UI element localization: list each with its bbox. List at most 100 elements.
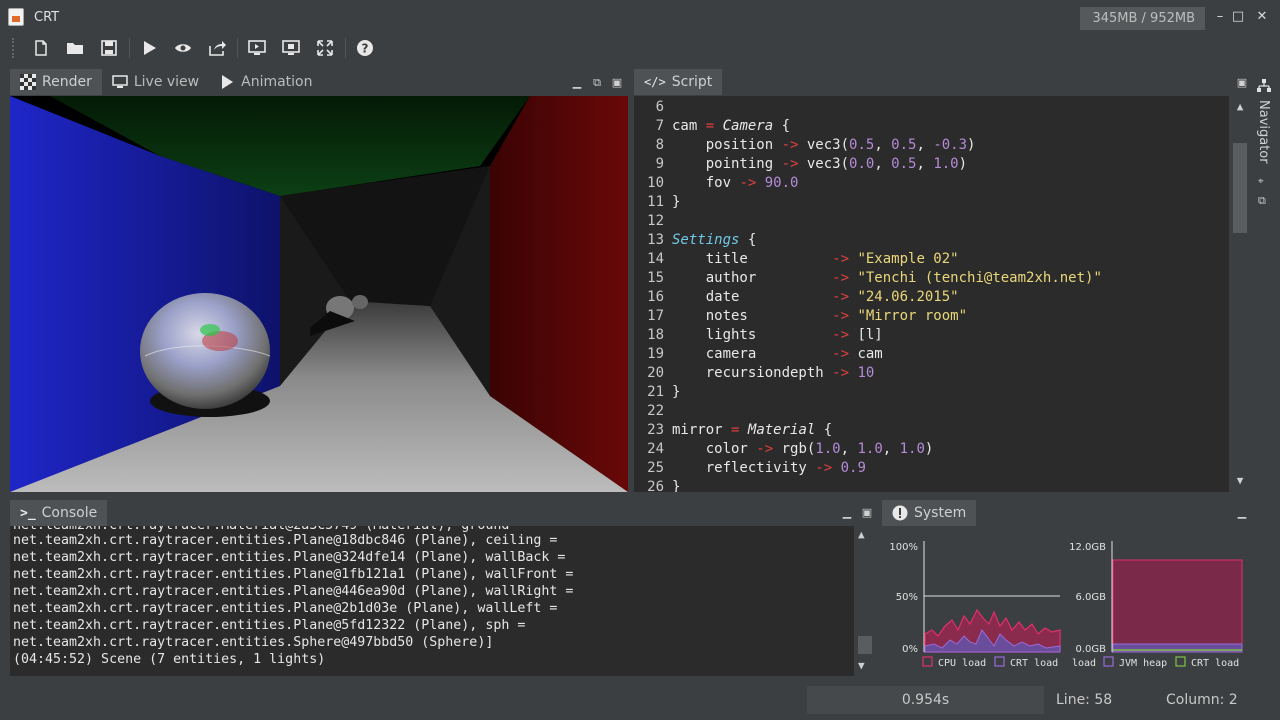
maximize-button[interactable]: □ bbox=[1229, 8, 1247, 26]
code-line[interactable]: 23 mirror = Material { bbox=[634, 421, 832, 440]
code-line[interactable]: 14 title -> "Example 02" bbox=[634, 250, 958, 269]
code-line[interactable]: 8 position -> vec3(0.5, 0.5, -0.3) bbox=[634, 136, 976, 155]
code-line[interactable]: 26} bbox=[634, 478, 680, 492]
new-file-icon[interactable] bbox=[29, 36, 53, 60]
scroll-up-arrow-icon[interactable]: ▲ bbox=[1233, 100, 1247, 114]
code-line[interactable]: 21} bbox=[634, 383, 680, 402]
script-scrollbar[interactable]: ▲ ▼ bbox=[1229, 96, 1251, 492]
scroll-down-arrow-icon[interactable]: ▼ bbox=[1233, 474, 1247, 488]
console-scroll-up-icon[interactable]: ▲ bbox=[858, 528, 865, 541]
line-number: 23 bbox=[647, 422, 664, 438]
line-number: 24 bbox=[647, 441, 664, 457]
code-line[interactable]: 17 notes -> "Mirror room" bbox=[634, 307, 967, 326]
code-line[interactable]: 24 color -> rgb(1.0, 1.0, 1.0) bbox=[634, 440, 933, 459]
system-graphs: 100% 50% 0% 12.0GB 6.0GB 0.0GB CPU load … bbox=[889, 541, 1243, 669]
render-panel-controls: ▁ ⧉ ▣ bbox=[570, 76, 630, 90]
minimize-console-button[interactable]: ▁ bbox=[840, 506, 854, 519]
open-folder-icon[interactable] bbox=[63, 36, 87, 60]
line-number: 15 bbox=[647, 270, 664, 286]
memory-indicator[interactable]: 345MB / 952MB bbox=[1080, 7, 1205, 30]
code-line[interactable]: 25 reflectivity -> 0.9 bbox=[634, 459, 866, 478]
legend-cpu-load: CPU load bbox=[938, 658, 986, 669]
code-line[interactable]: 13 Settings { bbox=[634, 231, 756, 250]
pin-icon[interactable]: ⌖ bbox=[1258, 176, 1264, 187]
scroll-thumb[interactable] bbox=[1233, 143, 1247, 233]
mem-axis-bottom: 0.0GB bbox=[1075, 644, 1106, 655]
line-number: 17 bbox=[647, 308, 664, 324]
preview-eye-icon[interactable] bbox=[171, 36, 195, 60]
navigator-tab[interactable]: Navigator ⌖ ⧉ bbox=[1254, 76, 1274, 216]
code-line[interactable]: 22 bbox=[634, 402, 672, 421]
render-view[interactable] bbox=[10, 96, 628, 492]
code-text: recursiondepth -> 10 bbox=[672, 365, 875, 381]
code-line[interactable]: 7 cam = Camera { bbox=[634, 117, 790, 136]
save-icon[interactable] bbox=[97, 36, 121, 60]
code-line[interactable]: 9 pointing -> vec3(0.0, 0.5, 1.0) bbox=[634, 155, 968, 174]
fullscreen-icon[interactable] bbox=[313, 36, 337, 60]
line-number: 18 bbox=[647, 327, 664, 343]
minimize-system-button[interactable]: ▁ bbox=[1235, 506, 1249, 519]
line-number: 21 bbox=[647, 384, 664, 400]
code-line[interactable]: 16 date -> "24.06.2015" bbox=[634, 288, 959, 307]
code-line[interactable]: 6 bbox=[634, 98, 672, 117]
code-line[interactable]: 15 author -> "Tenchi (tenchi@team2xh.net… bbox=[634, 269, 1102, 288]
console-scroll-down-icon[interactable]: ▼ bbox=[858, 659, 865, 672]
title-bar: CRT 345MB / 952MB – □ ✕ bbox=[0, 0, 1280, 34]
line-number: 12 bbox=[647, 213, 664, 229]
toolbar-grip[interactable] bbox=[12, 38, 16, 58]
navigator-label: Navigator bbox=[1256, 100, 1271, 164]
monitor-play-icon[interactable] bbox=[279, 36, 303, 60]
close-button[interactable]: ✕ bbox=[1253, 8, 1271, 26]
status-bar: 0.954s Line: 58 Column: 2 bbox=[0, 684, 1280, 716]
line-number: 25 bbox=[647, 460, 664, 476]
console-line: net.team2xh.crt.raytracer.entities.Plane… bbox=[13, 584, 574, 599]
code-line[interactable]: 20 recursiondepth -> 10 bbox=[634, 364, 874, 383]
legend-load: load bbox=[1072, 658, 1096, 669]
maximize-script-button[interactable]: ▣ bbox=[1235, 76, 1249, 89]
float-icon[interactable]: ⧉ bbox=[1258, 194, 1266, 208]
console-line: net.team2xh.crt.raytracer.entities.Plane… bbox=[13, 550, 566, 565]
tab-console[interactable]: >_ Console bbox=[10, 500, 108, 526]
code-text: date -> "24.06.2015" bbox=[672, 289, 959, 305]
tab-live-view[interactable]: Live view bbox=[101, 69, 210, 95]
code-line[interactable]: 12 bbox=[634, 212, 672, 231]
line-number: 26 bbox=[647, 479, 664, 492]
code-line[interactable]: 10 fov -> 90.0 bbox=[634, 174, 798, 193]
minimize-panel-button[interactable]: ▁ bbox=[570, 76, 584, 89]
script-editor[interactable]: 6 7 cam = Camera {8 position -> vec3(0.5, … bbox=[634, 96, 1251, 492]
tab-render[interactable]: Render bbox=[10, 69, 102, 95]
run-icon[interactable] bbox=[137, 36, 161, 60]
export-icon[interactable] bbox=[205, 36, 229, 60]
line-number: 13 bbox=[647, 232, 664, 248]
console-line: (04:45:52) Scene (7 entities, 1 lights) bbox=[13, 652, 326, 667]
console-line: net.team2xh.crt.raytracer.entities.Plane… bbox=[13, 601, 558, 616]
monitor-icon[interactable] bbox=[245, 36, 269, 60]
tab-script[interactable]: </> Script bbox=[634, 69, 723, 95]
legend-crt-load-mem: CRT load bbox=[1191, 658, 1239, 669]
tab-animation[interactable]: Animation bbox=[209, 69, 323, 95]
maximize-panel-button[interactable]: ▣ bbox=[610, 76, 624, 89]
code-line[interactable]: 11} bbox=[634, 193, 680, 212]
float-panel-button[interactable]: ⧉ bbox=[590, 76, 604, 90]
system-tabs: System bbox=[882, 500, 977, 526]
code-line[interactable]: 18 lights -> [l] bbox=[634, 326, 883, 345]
code-text: pointing -> vec3(0.0, 0.5, 1.0) bbox=[672, 156, 968, 172]
console-scrollbar[interactable]: ▲ ▼ bbox=[854, 526, 876, 676]
line-number: 7 bbox=[655, 118, 664, 134]
tab-live-view-label: Live view bbox=[133, 74, 200, 90]
line-number: 14 bbox=[647, 251, 664, 267]
help-icon[interactable]: ? bbox=[353, 36, 377, 60]
code-text: reflectivity -> 0.9 bbox=[672, 460, 866, 476]
tab-system[interactable]: System bbox=[882, 500, 977, 526]
code-line[interactable]: 19 camera -> cam bbox=[634, 345, 883, 364]
minimize-button[interactable]: – bbox=[1211, 8, 1229, 26]
maximize-console-button[interactable]: ▣ bbox=[860, 506, 874, 519]
code-text: } bbox=[672, 479, 681, 492]
cursor-line: Line: 58 bbox=[1056, 692, 1113, 708]
console-scroll-thumb[interactable] bbox=[858, 636, 872, 654]
code-text: } bbox=[672, 194, 681, 210]
console-output[interactable]: net.team2xh.crt.raytracer.Material@2a3c5… bbox=[10, 526, 876, 676]
legend-crt-load: CRT load bbox=[1010, 658, 1058, 669]
console-tabs: >_ Console bbox=[10, 500, 108, 526]
console-line: net.team2xh.crt.raytracer.entities.Plane… bbox=[13, 533, 558, 548]
